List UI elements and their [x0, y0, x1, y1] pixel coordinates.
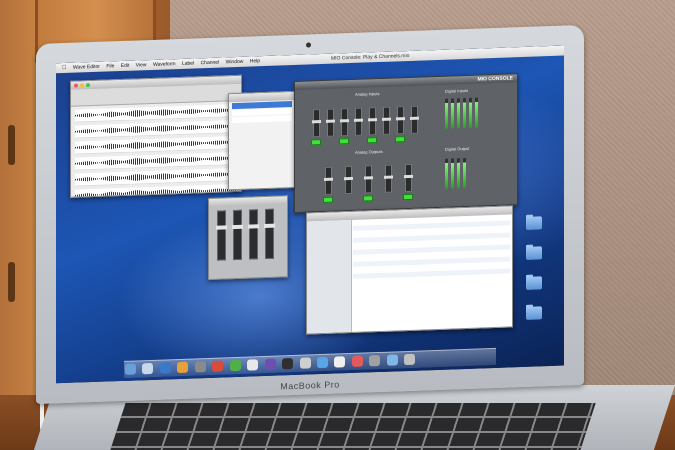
folder-icon[interactable] [526, 216, 542, 230]
section-label: Analog Outputs [355, 148, 383, 155]
level-meter [451, 158, 454, 189]
mio-console-window[interactable]: MIO CONSOLE Analog Inputs Digital Inputs… [294, 73, 518, 213]
photo-scene:  Wave Editor File Edit View Waveform La… [0, 0, 675, 450]
app-icon[interactable] [299, 357, 311, 369]
fader[interactable] [325, 166, 332, 195]
app-icon[interactable] [351, 355, 363, 367]
menu-item-edit[interactable]: Edit [121, 63, 130, 69]
menu-item-file[interactable]: File [106, 63, 114, 69]
app-icon[interactable] [316, 356, 328, 369]
app-icon[interactable] [212, 360, 224, 372]
channel-button[interactable] [395, 136, 405, 143]
laptop-display:  Wave Editor File Edit View Waveform La… [56, 45, 564, 384]
window-titlebar[interactable] [209, 196, 287, 207]
waveform [75, 122, 237, 135]
fader[interactable] [405, 163, 412, 193]
level-meter [451, 98, 454, 129]
finder-window[interactable] [306, 205, 513, 335]
app-icon[interactable] [386, 354, 398, 366]
channel-button[interactable] [367, 137, 377, 144]
fader[interactable] [345, 165, 352, 195]
door-hinge [8, 262, 15, 302]
level-meter [463, 157, 466, 189]
laptop-screen-bezel:  Wave Editor File Edit View Waveform La… [36, 24, 584, 405]
fader[interactable] [411, 105, 418, 134]
waveform [75, 170, 237, 183]
folder-icon[interactable] [526, 306, 542, 320]
app-icon[interactable] [159, 362, 171, 374]
trash-icon[interactable] [404, 353, 416, 366]
mio-console-logo: MIO CONSOLE [477, 75, 513, 83]
camera-icon [306, 42, 311, 48]
fader[interactable] [341, 108, 348, 137]
zoom-icon[interactable] [86, 83, 90, 88]
app-icon[interactable] [177, 361, 189, 374]
waveform [75, 138, 237, 151]
app-icon[interactable] [247, 359, 259, 371]
mixer-fader[interactable] [265, 208, 274, 260]
menu-item-window[interactable]: Window [226, 59, 244, 66]
app-icon[interactable] [264, 358, 276, 371]
wave-editor-window[interactable] [70, 74, 242, 198]
menu-item-view[interactable]: View [136, 62, 147, 68]
app-icon[interactable] [229, 359, 241, 372]
finder-sidebar[interactable] [307, 219, 352, 334]
minimize-icon[interactable] [80, 83, 84, 88]
channel-button[interactable] [311, 139, 321, 146]
mixer-window[interactable] [208, 195, 288, 280]
menu-item-app[interactable]: Wave Editor [73, 64, 100, 71]
finder-icon[interactable] [125, 363, 136, 375]
app-icon[interactable] [194, 361, 206, 373]
level-meter [445, 98, 448, 129]
menu-item-help[interactable]: Help [250, 58, 260, 64]
keyboard [110, 403, 596, 450]
level-meter [445, 158, 448, 189]
mixer-fader[interactable] [249, 209, 258, 260]
menu-item-waveform[interactable]: Waveform [153, 61, 176, 68]
folder-icon[interactable] [526, 246, 542, 260]
fader[interactable] [355, 107, 362, 136]
waveform [75, 106, 237, 119]
app-icon[interactable] [142, 362, 154, 375]
menu-item-channel[interactable]: Channel [201, 60, 220, 67]
fader[interactable] [369, 107, 376, 136]
folder-icon[interactable] [526, 276, 542, 290]
level-meter [469, 97, 472, 128]
mixer-fader[interactable] [233, 209, 242, 261]
mixer-fader[interactable] [217, 210, 226, 261]
level-meter [463, 97, 466, 129]
fader[interactable] [313, 109, 320, 138]
apple-icon[interactable]:  [62, 65, 67, 71]
level-meter [457, 158, 460, 189]
level-meter [475, 97, 478, 128]
channel-button[interactable] [339, 138, 349, 145]
waveform [75, 154, 237, 167]
fader[interactable] [327, 108, 334, 137]
channel-button[interactable] [363, 195, 373, 202]
fader[interactable] [385, 164, 392, 193]
fader[interactable] [397, 106, 404, 135]
app-icon[interactable] [369, 354, 381, 367]
channel-list-window[interactable] [228, 90, 296, 191]
section-label: Digital Output [445, 145, 470, 152]
app-icon[interactable] [334, 356, 346, 368]
door-hinge [8, 125, 15, 165]
list-item[interactable] [232, 115, 292, 124]
channel-button[interactable] [403, 193, 413, 201]
app-icon[interactable] [282, 358, 294, 370]
menu-item-label[interactable]: Label [182, 60, 194, 66]
section-label: Digital Inputs [445, 87, 469, 94]
channel-button[interactable] [323, 196, 333, 203]
fader[interactable] [383, 106, 390, 135]
fader[interactable] [365, 165, 372, 194]
close-icon[interactable] [74, 83, 78, 88]
level-meter [457, 98, 460, 129]
section-label: Analog Inputs [355, 91, 380, 97]
